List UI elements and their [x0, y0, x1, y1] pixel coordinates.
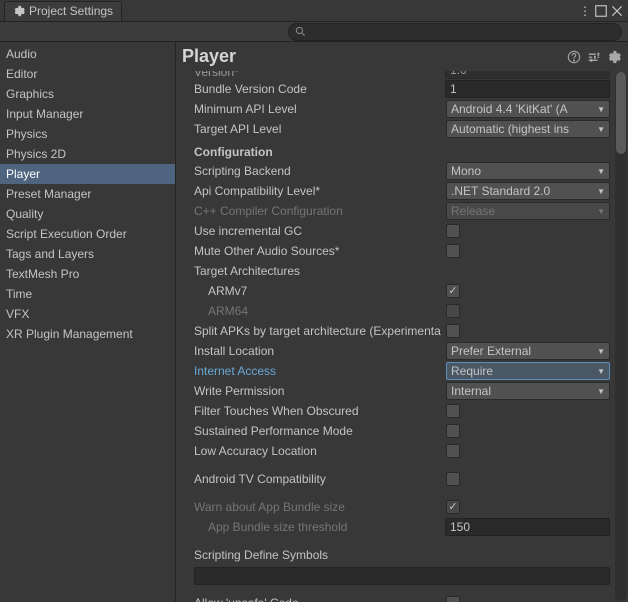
scripting-symbols-label: Scripting Define Symbols [194, 548, 446, 562]
target-arch-label: Target Architectures [194, 264, 446, 278]
cpp-compiler-label: C++ Compiler Configuration [194, 204, 446, 218]
gear-icon [13, 5, 25, 17]
window-tab[interactable]: Project Settings [4, 1, 122, 21]
titlebar: Project Settings ⋮ [0, 0, 628, 22]
internet-access-label: Internet Access [194, 364, 446, 378]
bundle-threshold-label: App Bundle size threshold [194, 520, 445, 534]
close-icon[interactable] [610, 4, 624, 18]
version-field[interactable] [445, 71, 610, 79]
gear-icon[interactable] [606, 49, 622, 65]
search-field-wrap[interactable] [288, 23, 622, 41]
min-api-label: Minimum API Level [194, 102, 446, 116]
scripting-symbols-field[interactable] [194, 567, 610, 585]
sidebar-item-tags-and-layers[interactable]: Tags and Layers [0, 244, 175, 264]
chevron-down-icon: ▼ [597, 187, 605, 196]
page-title: Player [182, 46, 236, 67]
android-tv-label: Android TV Compatibility [194, 472, 446, 486]
low-accuracy-label: Low Accuracy Location [194, 444, 446, 458]
sidebar-item-physics[interactable]: Physics [0, 124, 175, 144]
warn-bundle-checkbox [446, 500, 460, 514]
bundle-version-code-field[interactable] [445, 80, 610, 98]
search-input[interactable] [310, 26, 615, 38]
arm64-checkbox [446, 304, 460, 318]
properties-list: Version* Bundle Version Code Minimum API… [176, 71, 614, 602]
target-api-label: Target API Level [194, 122, 446, 136]
cpp-compiler-dropdown: Release▼ [446, 202, 610, 220]
sidebar: AudioEditorGraphicsInput ManagerPhysicsP… [0, 42, 176, 602]
internet-access-dropdown[interactable]: Require▼ [446, 362, 610, 380]
search-icon [295, 26, 306, 37]
window-title: Project Settings [29, 4, 113, 18]
sustained-perf-label: Sustained Performance Mode [194, 424, 446, 438]
sidebar-item-time[interactable]: Time [0, 284, 175, 304]
settings-icon[interactable] [586, 49, 602, 65]
incremental-gc-checkbox[interactable] [446, 224, 460, 238]
sidebar-item-physics-2d[interactable]: Physics 2D [0, 144, 175, 164]
target-api-dropdown[interactable]: Automatic (highest ins▼ [446, 120, 610, 138]
low-accuracy-checkbox[interactable] [446, 444, 460, 458]
install-location-label: Install Location [194, 344, 446, 358]
sidebar-item-textmesh-pro[interactable]: TextMesh Pro [0, 264, 175, 284]
sidebar-item-quality[interactable]: Quality [0, 204, 175, 224]
sidebar-item-player[interactable]: Player [0, 164, 175, 184]
filter-touches-label: Filter Touches When Obscured [194, 404, 446, 418]
incremental-gc-label: Use incremental GC [194, 224, 446, 238]
sidebar-item-editor[interactable]: Editor [0, 64, 175, 84]
chevron-down-icon: ▼ [597, 387, 605, 396]
sidebar-item-script-execution-order[interactable]: Script Execution Order [0, 224, 175, 244]
chevron-down-icon: ▼ [597, 207, 605, 216]
chevron-down-icon: ▼ [597, 105, 605, 114]
api-compat-dropdown[interactable]: .NET Standard 2.0▼ [446, 182, 610, 200]
bundle-threshold-field [445, 518, 610, 536]
mute-audio-label: Mute Other Audio Sources* [194, 244, 446, 258]
bundle-version-code-label: Bundle Version Code [194, 82, 445, 96]
sidebar-item-xr-plugin-management[interactable]: XR Plugin Management [0, 324, 175, 344]
menu-icon[interactable]: ⋮ [578, 4, 592, 18]
armv7-label: ARMv7 [194, 284, 446, 298]
sidebar-item-audio[interactable]: Audio [0, 44, 175, 64]
sustained-perf-checkbox[interactable] [446, 424, 460, 438]
api-compat-label: Api Compatibility Level* [194, 184, 446, 198]
warn-bundle-label: Warn about App Bundle size [194, 500, 446, 514]
search-bar [0, 22, 628, 42]
mute-audio-checkbox[interactable] [446, 244, 460, 258]
vertical-scrollbar[interactable] [614, 71, 628, 602]
chevron-down-icon: ▼ [597, 367, 605, 376]
help-icon[interactable] [566, 49, 582, 65]
sidebar-item-graphics[interactable]: Graphics [0, 84, 175, 104]
split-apk-checkbox[interactable] [446, 324, 460, 338]
install-location-dropdown[interactable]: Prefer External▼ [446, 342, 610, 360]
scroll-thumb[interactable] [616, 72, 626, 154]
filter-touches-checkbox[interactable] [446, 404, 460, 418]
arm64-label: ARM64 [194, 304, 446, 318]
chevron-down-icon: ▼ [597, 125, 605, 134]
allow-unsafe-checkbox[interactable] [446, 596, 460, 602]
maximize-icon[interactable] [594, 4, 608, 18]
write-permission-label: Write Permission [194, 384, 446, 398]
chevron-down-icon: ▼ [597, 167, 605, 176]
sidebar-item-vfx[interactable]: VFX [0, 304, 175, 324]
armv7-checkbox[interactable] [446, 284, 460, 298]
write-permission-dropdown[interactable]: Internal▼ [446, 382, 610, 400]
scripting-backend-dropdown[interactable]: Mono▼ [446, 162, 610, 180]
android-tv-checkbox[interactable] [446, 472, 460, 486]
scripting-backend-label: Scripting Backend [194, 164, 446, 178]
min-api-dropdown[interactable]: Android 4.4 'KitKat' (A▼ [446, 100, 610, 118]
sidebar-item-input-manager[interactable]: Input Manager [0, 104, 175, 124]
split-apk-label: Split APKs by target architecture (Exper… [194, 324, 446, 338]
allow-unsafe-label: Allow 'unsafe' Code [194, 596, 446, 602]
configuration-header: Configuration [194, 143, 610, 161]
panel-header: Player [176, 42, 628, 71]
sidebar-item-preset-manager[interactable]: Preset Manager [0, 184, 175, 204]
chevron-down-icon: ▼ [597, 347, 605, 356]
content-panel: Player Version* Bundle Version Code Mini… [176, 42, 628, 602]
version-label: Version* [194, 71, 445, 79]
